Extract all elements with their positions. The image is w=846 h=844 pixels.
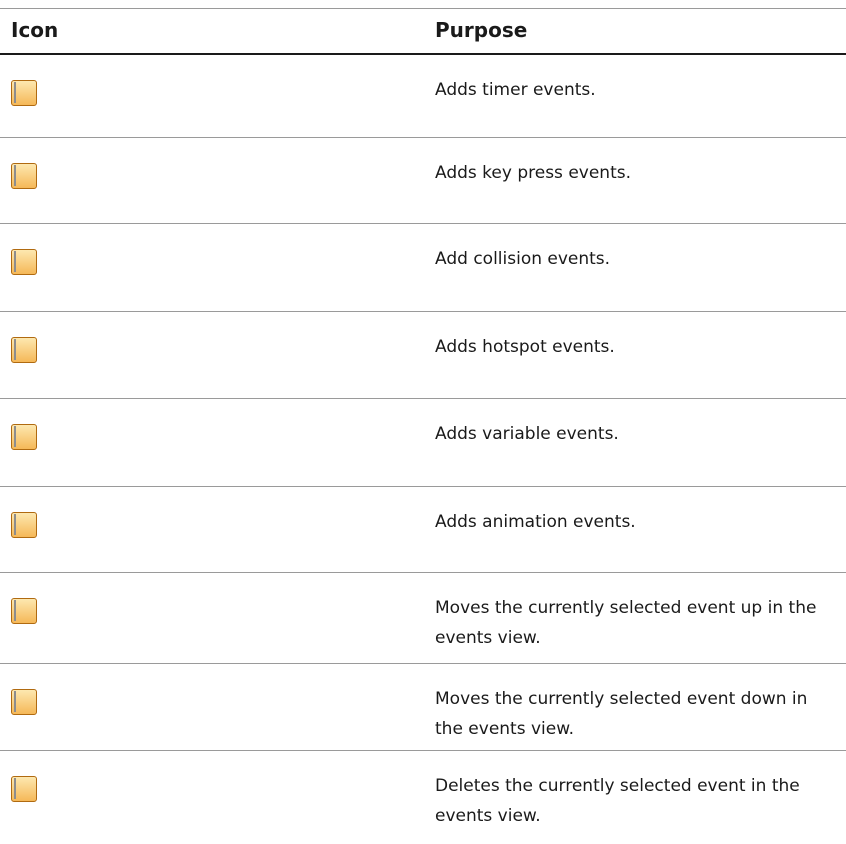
row-purpose: Moves the currently selected event up in…	[435, 598, 817, 648]
row-purpose: Deletes the currently selected event in …	[435, 776, 800, 826]
table-row: Adds timer events.	[0, 55, 846, 138]
row-purpose: Adds animation events.	[435, 512, 636, 532]
row-purpose: Adds hotspot events.	[435, 337, 615, 357]
delete-icon	[11, 776, 37, 802]
table-row: Adds animation events.	[0, 487, 846, 573]
table-row: Add collision events.	[0, 224, 846, 312]
row-purpose: Adds key press events.	[435, 163, 631, 183]
table-row: c Adds key press events.	[0, 138, 846, 224]
purpose-column-header: Purpose	[435, 18, 528, 42]
table-row: Deletes the currently selected event in …	[0, 751, 846, 844]
key-press-icon: c	[11, 163, 37, 189]
timer-icon	[11, 80, 37, 106]
table-row: Moves the currently selected event down …	[0, 664, 846, 751]
animation-icon	[11, 512, 37, 538]
hotspot-icon	[11, 337, 37, 363]
table-header: Icon Purpose	[0, 8, 846, 53]
move-down-icon	[11, 689, 37, 715]
icon-column-header: Icon	[11, 18, 59, 42]
move-up-icon	[11, 598, 37, 624]
collision-icon	[11, 249, 37, 275]
table-row: Adds hotspot events.	[0, 312, 846, 399]
table-row: Moves the currently selected event up in…	[0, 573, 846, 664]
row-purpose: Moves the currently selected event down …	[435, 689, 808, 739]
variable-icon: s	[11, 424, 37, 450]
row-purpose: Adds timer events.	[435, 80, 596, 100]
table-row: s Adds variable events.	[0, 399, 846, 487]
row-purpose: Adds variable events.	[435, 424, 619, 444]
row-purpose: Add collision events.	[435, 249, 611, 269]
